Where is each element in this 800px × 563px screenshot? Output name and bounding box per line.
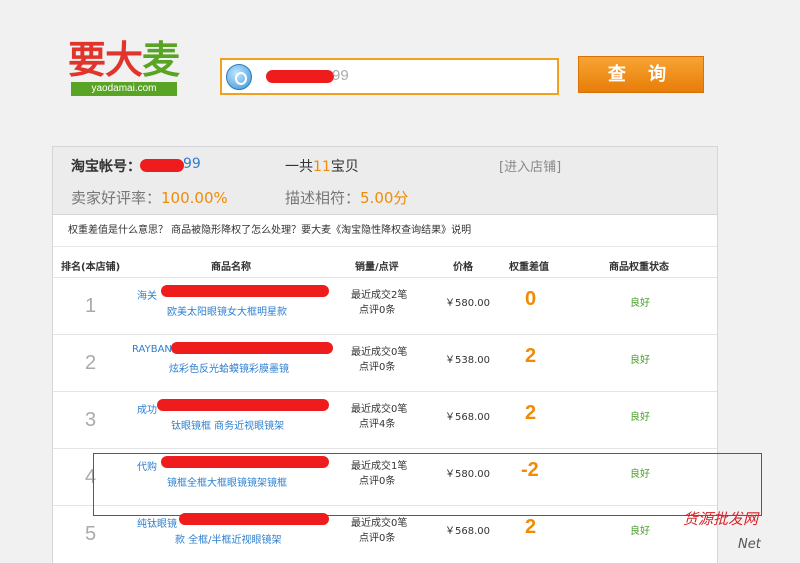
watermark: 货源批发网 (683, 510, 759, 528)
logo-char-2: 大 (105, 38, 143, 82)
redaction-mark (157, 399, 329, 411)
redaction-mark (161, 285, 329, 297)
row-rank: 2 (85, 352, 97, 374)
search-icon (226, 64, 252, 90)
item-name-line2[interactable]: 欧美太阳眼镜女大框明星款 (167, 303, 287, 318)
item-price: ￥580.00 (445, 298, 490, 309)
total-prefix: 一共 (285, 159, 313, 175)
weight-diff: 0 (525, 288, 537, 310)
rate-value: 100.00% (161, 189, 228, 207)
weight-diff: 2 (525, 402, 537, 424)
review-count: 点评4条 (359, 419, 396, 430)
col-weight: 权重差值 (509, 262, 549, 273)
description-match: 描述相符：5.00分 (285, 187, 408, 208)
col-name: 商品名称 (211, 262, 251, 273)
positive-rate: 卖家好评率：100.00% (71, 187, 228, 208)
redaction-mark (171, 342, 333, 354)
table-row: 2 RAYBAN 炫彩色反光蛤蟆镜彩膜墨镜 最近成交0笔 点评0条 ￥538.0… (53, 334, 717, 391)
item-name[interactable]: 海关 (137, 287, 157, 302)
redaction-mark (266, 70, 334, 83)
highlight-box (93, 453, 762, 516)
desc-value: 5.00分 (360, 189, 409, 207)
review-count: 点评0条 (359, 533, 396, 544)
desc-label: 描述相符： (285, 189, 361, 207)
account-label: 淘宝帐号： (71, 159, 141, 175)
logo-subtitle: yaodamai.com (71, 82, 177, 96)
col-price: 价格 (453, 262, 473, 273)
item-name-line2[interactable]: 钛眼镜框 商务近视眼镜架 (171, 417, 284, 432)
account-value: 99 (183, 156, 201, 172)
enter-shop-link[interactable]: [进入店铺] (499, 156, 561, 175)
weight-status: 良好 (630, 526, 650, 537)
item-name[interactable]: RAYBAN (132, 344, 172, 355)
table-header: 排名(本店铺) 商品名称 销量/点评 价格 权重差值 商品权重状态 (53, 247, 717, 277)
logo-char-3: 麦 (142, 38, 180, 82)
weight-status: 良好 (630, 355, 650, 366)
item-price: ￥538.00 (445, 355, 490, 366)
weight-diff: 2 (525, 516, 537, 538)
row-rank: 5 (85, 523, 97, 545)
row-rank: 3 (85, 409, 97, 431)
item-price: ￥568.00 (445, 412, 490, 423)
weight-status: 良好 (630, 412, 650, 423)
table-row: 3 成功 钛眼镜框 商务近视眼镜架 最近成交0笔 点评4条 ￥568.00 2 … (53, 391, 717, 448)
total-suffix: 宝贝 (330, 159, 359, 175)
item-name[interactable]: 纯钛眼镜 (137, 515, 177, 530)
row-rank: 1 (85, 295, 97, 317)
item-name[interactable]: 成功 (137, 401, 157, 416)
review-count: 点评0条 (359, 362, 396, 373)
watermark-suffix: Net (738, 537, 761, 552)
search-input[interactable]: 99 (220, 58, 559, 95)
weight-diff: 2 (525, 345, 537, 367)
recent-sales: 最近成交0笔 (351, 404, 408, 415)
rate-label: 卖家好评率： (71, 189, 162, 207)
item-total: 一共11宝贝 (285, 156, 359, 176)
shop-summary: 淘宝帐号： 99 一共11宝贝 [进入店铺] 卖家好评率：100.00% 描述相… (53, 147, 717, 215)
query-button[interactable]: 查 询 (578, 56, 704, 93)
review-count: 点评0条 (359, 305, 396, 316)
search-value: 99 (332, 67, 349, 84)
recent-sales: 最近成交0笔 (351, 518, 408, 529)
logo-text: 要大麦 (68, 38, 180, 82)
recent-sales: 最近成交0笔 (351, 347, 408, 358)
help-notice[interactable]: 权重差值是什么意思？ 商品被隐形降权了怎么处理？要大麦《淘宝隐性降权查询结果》说… (53, 215, 717, 247)
table-row: 1 海关 欧美太阳眼镜女大框明星款 最近成交2笔 点评0条 ￥580.00 0 … (53, 277, 717, 334)
item-price: ￥568.00 (445, 526, 490, 537)
redaction-mark (140, 159, 184, 172)
col-rank: 排名(本店铺) (61, 262, 121, 273)
total-count: 11 (313, 159, 331, 175)
item-name-line2[interactable]: 款 全框/半框近视眼镜架 (175, 531, 282, 546)
item-name-line2[interactable]: 炫彩色反光蛤蟆镜彩膜墨镜 (169, 360, 289, 375)
recent-sales: 最近成交2笔 (351, 290, 408, 301)
logo[interactable]: 要大麦 yaodamai.com (68, 38, 180, 98)
weight-status: 良好 (630, 298, 650, 309)
col-status: 商品权重状态 (609, 262, 669, 273)
col-sales: 销量/点评 (355, 262, 399, 273)
logo-char-1: 要 (68, 38, 106, 82)
